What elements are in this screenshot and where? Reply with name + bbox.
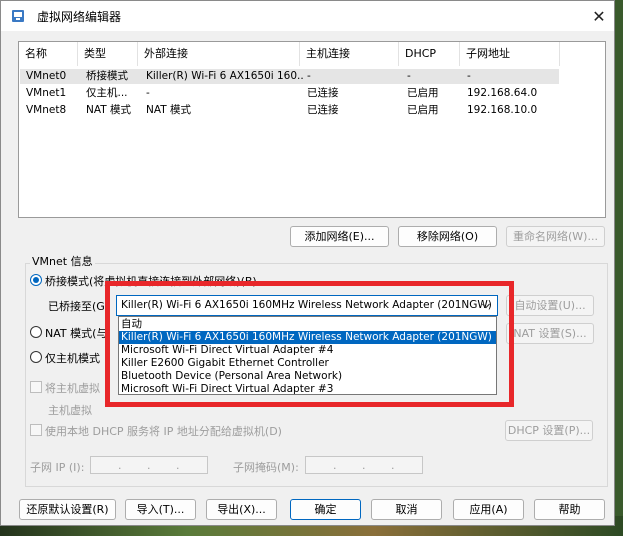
table-row-vmnet8[interactable]: VMnet8 NAT 模式 NAT 模式 已连接 已启用 192.168.10.…: [20, 103, 559, 118]
dropdown-option-bluetooth-pan[interactable]: Bluetooth Device (Personal Area Network): [119, 370, 496, 383]
window-title: 虚拟网络编辑器: [37, 10, 122, 24]
rename-network-button[interactable]: 重命名网络(W)...: [506, 226, 605, 247]
cell-subnet: 192.168.10.0: [467, 104, 538, 116]
virtual-network-editor-window: 虚拟网络编辑器 ✕ 名称 类型 外部连接 主机连接 DHCP 子网地址 VMne…: [0, 0, 615, 526]
cell-name: VMnet0: [26, 70, 67, 82]
cell-subnet: 192.168.64.0: [467, 87, 538, 99]
vmnet-info-label: VMnet 信息: [30, 253, 95, 269]
column-header-dhcp[interactable]: DHCP: [399, 42, 460, 66]
restore-defaults-button[interactable]: 还原默认设置(R): [19, 499, 116, 520]
table-row-vmnet1[interactable]: VMnet1 仅主机... - 已连接 已启用 192.168.64.0: [20, 86, 559, 101]
subnet-mask-input[interactable]: ...: [305, 456, 423, 474]
cell-dhcp: -: [407, 70, 411, 82]
dropdown-option-wifi-direct-3[interactable]: Microsoft Wi-Fi Direct Virtual Adapter #…: [119, 383, 496, 396]
connect-host-adapter-checkbox[interactable]: [30, 381, 42, 393]
cell-subnet: -: [467, 70, 471, 82]
dhcp-settings-button[interactable]: DHCP 设置(P)...: [505, 420, 593, 441]
add-network-button[interactable]: 添加网络(E)...: [290, 226, 389, 247]
cell-type: 桥接模式: [86, 70, 128, 82]
cell-type: NAT 模式: [86, 104, 131, 116]
network-list[interactable]: 名称 类型 外部连接 主机连接 DHCP 子网地址 VMnet0 桥接模式 Ki…: [18, 41, 606, 218]
dropdown-option-wifi-direct-4[interactable]: Microsoft Wi-Fi Direct Virtual Adapter #…: [119, 344, 496, 357]
cell-name: VMnet1: [26, 87, 67, 99]
nat-mode-label[interactable]: NAT 模式(与: [45, 325, 107, 341]
title-bar[interactable]: 虚拟网络编辑器 ✕: [1, 1, 614, 31]
close-window-button[interactable]: ✕: [584, 1, 614, 31]
bridged-to-selected-value: Killer(R) Wi-Fi 6 AX1650i 160MHz Wireles…: [121, 299, 492, 311]
apply-button[interactable]: 应用(A): [453, 499, 524, 520]
ok-button[interactable]: 确定: [290, 499, 361, 520]
connect-host-adapter-label[interactable]: 将主机虚拟: [45, 380, 100, 396]
column-header-external[interactable]: 外部连接: [138, 42, 300, 66]
table-row-vmnet0[interactable]: VMnet0 桥接模式 Killer(R) Wi-Fi 6 AX1650i 16…: [20, 69, 559, 84]
nat-settings-button[interactable]: NAT 设置(S)...: [506, 323, 594, 344]
cell-type: 仅主机...: [86, 87, 128, 99]
use-dhcp-label[interactable]: 使用本地 DHCP 服务将 IP 地址分配给虚拟机(D): [45, 423, 282, 439]
help-button[interactable]: 帮助: [534, 499, 605, 520]
bridge-mode-radio[interactable]: [30, 274, 42, 286]
subnet-ip-input[interactable]: ...: [90, 456, 208, 474]
close-icon: ✕: [592, 6, 606, 26]
dropdown-option-auto[interactable]: 自动: [119, 318, 496, 331]
bridged-to-select[interactable]: Killer(R) Wi-Fi 6 AX1650i 160MHz Wireles…: [116, 295, 498, 316]
column-header-host[interactable]: 主机连接: [300, 42, 399, 66]
dropdown-option-killer-wifi[interactable]: Killer(R) Wi-Fi 6 AX1650i 160MHz Wireles…: [119, 331, 496, 344]
cell-name: VMnet8: [26, 104, 67, 116]
host-only-radio[interactable]: [30, 351, 42, 363]
dropdown-option-killer-ethernet[interactable]: Killer E2600 Gigabit Ethernet Controller: [119, 357, 496, 370]
subnet-mask-label: 子网掩码(M):: [233, 461, 299, 474]
host-adapter-name-label: 主机虚拟: [48, 404, 92, 417]
column-header-name[interactable]: 名称: [19, 42, 78, 66]
cell-external: Killer(R) Wi-Fi 6 AX1650i 160...: [146, 70, 304, 82]
chevron-down-icon: [482, 303, 490, 309]
cell-host: 已连接: [307, 87, 339, 99]
auto-settings-button[interactable]: 自动设置(U)...: [506, 295, 594, 316]
bridged-to-label: 已桥接至(G: [48, 300, 105, 313]
bridge-mode-label[interactable]: 桥接模式(将虚拟机直接连接到外部网络)(B): [45, 273, 257, 289]
use-dhcp-checkbox[interactable]: [30, 424, 42, 436]
cell-external: -: [146, 87, 150, 99]
remove-network-button[interactable]: 移除网络(O): [398, 226, 497, 247]
cell-host: -: [307, 70, 311, 82]
cell-dhcp: 已启用: [407, 87, 439, 99]
export-button[interactable]: 导出(X)...: [206, 499, 277, 520]
import-button[interactable]: 导入(T)...: [125, 499, 196, 520]
subnet-ip-label: 子网 IP (I):: [30, 461, 85, 474]
network-editor-app-icon: [12, 10, 24, 22]
column-header-type[interactable]: 类型: [78, 42, 138, 66]
column-header-subnet[interactable]: 子网地址: [460, 42, 560, 66]
adapter-dropdown-list: 自动 Killer(R) Wi-Fi 6 AX1650i 160MHz Wire…: [118, 316, 497, 395]
cell-external: NAT 模式: [146, 104, 191, 116]
host-only-label[interactable]: 仅主机模式: [45, 350, 100, 366]
cell-host: 已连接: [307, 104, 339, 116]
cancel-button[interactable]: 取消: [371, 499, 442, 520]
nat-mode-radio[interactable]: [30, 326, 42, 338]
cell-dhcp: 已启用: [407, 104, 439, 116]
